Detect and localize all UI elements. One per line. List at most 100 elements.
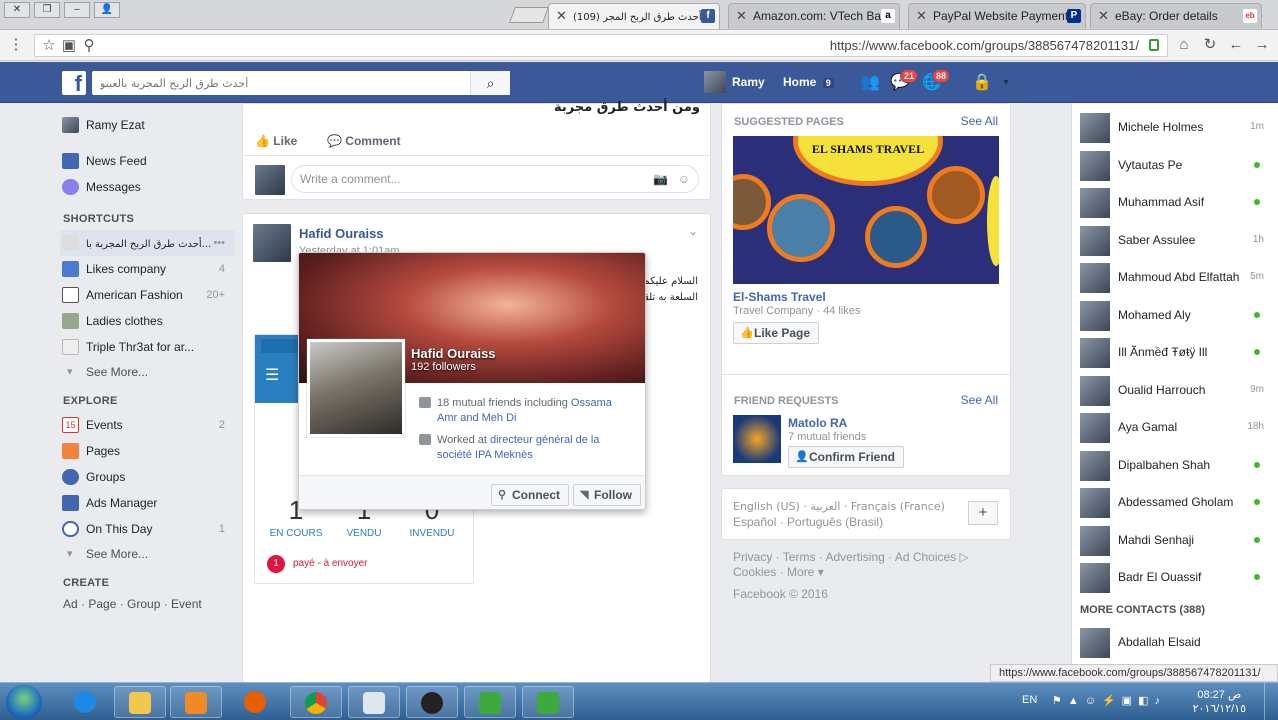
close-window-button[interactable]: ✕	[4, 2, 30, 18]
close-tab-icon[interactable]: ✕	[916, 4, 927, 28]
sidebar-item-likes-company[interactable]: Likes company 4	[60, 256, 235, 282]
chat-contact[interactable]: Aya Gamal 18h	[1080, 411, 1270, 443]
chat-contact[interactable]: Dipalbahen Shah	[1080, 449, 1270, 481]
request-name-link[interactable]: Matolo RA	[788, 416, 847, 430]
avatar[interactable]	[704, 71, 726, 93]
sidebar-item-on-this-day[interactable]: On This Day 1	[60, 516, 235, 542]
sidebar-item-ads-manager[interactable]: Ads Manager	[60, 490, 235, 516]
confirm-friend-button[interactable]: 👤 Confirm Friend	[788, 446, 904, 468]
chat-contact[interactable]: Saber Assulee 1h	[1080, 224, 1270, 256]
search-input[interactable]	[92, 71, 472, 95]
facebook-logo-icon[interactable]: f	[62, 71, 86, 96]
tab-facebook-group[interactable]: ✕ أحدث طرق الربح المجر (109) f	[548, 3, 720, 29]
reload-icon[interactable]: ↻	[1200, 35, 1220, 55]
friend-requests-icon[interactable]: 👥	[860, 73, 880, 93]
sidebar-item-profile[interactable]: Ramy Ezat	[60, 112, 235, 138]
hovercard-avatar[interactable]	[307, 339, 405, 437]
sidebar-item-groups[interactable]: Groups	[60, 464, 235, 490]
post-options-chevron-icon[interactable]: ⌄	[688, 224, 698, 238]
input-language[interactable]: EN	[1022, 694, 1037, 706]
chat-contact[interactable]: Mohamed Aly	[1080, 299, 1270, 331]
home-icon[interactable]: ⌂	[1174, 35, 1194, 55]
see-all-requests-link[interactable]: See All	[961, 393, 998, 407]
sidebar-item-events[interactable]: 15 Events 2	[60, 412, 235, 438]
like-page-button[interactable]: 👍 Like Page	[733, 322, 820, 344]
camtasia-recorder-icon[interactable]	[522, 686, 574, 718]
sidebar-item-triple-threat[interactable]: Triple Thr3at for ar...	[60, 334, 235, 360]
footer-links-line-1[interactable]: Privacy · Terms · Advertising · Ad Choic…	[733, 550, 1013, 565]
see-all-pages-link[interactable]: See All	[961, 114, 998, 128]
chat-contact[interactable]: Abdallah Elsaid	[1080, 626, 1270, 658]
camtasia-icon[interactable]	[464, 686, 516, 718]
tab-amazon[interactable]: ✕ Amazon.com: VTech Bab a	[728, 3, 900, 29]
follow-button[interactable]: ◥ Follow	[573, 484, 641, 506]
camera-icon[interactable]: 📷	[653, 166, 668, 192]
back-arrow-icon[interactable]: ←	[1226, 35, 1246, 55]
media-player-icon[interactable]	[170, 686, 222, 718]
page-banner-image[interactable]: EL SHAMS TRAVEL	[733, 136, 999, 284]
language-links-1[interactable]: English (US) · العربية · Français (Franc…	[733, 500, 945, 513]
sidebar-item-ladies-clothes[interactable]: Ladies clothes	[60, 308, 235, 334]
create-links[interactable]: Ad · Page · Group · Event	[60, 594, 235, 614]
chat-contact[interactable]: Badr El Ouassif	[1080, 561, 1270, 593]
forward-arrow-icon[interactable]: →	[1252, 35, 1272, 55]
clock[interactable]: 08:27 ص ٢٠١٦/١٢/١٥	[1193, 688, 1246, 716]
chat-contact[interactable]: Muhammad Asif	[1080, 186, 1270, 218]
page-name-link[interactable]: El-Shams Travel	[733, 290, 826, 304]
language-links-2[interactable]: Español · Português (Brasil)	[733, 515, 883, 529]
connect-button[interactable]: ⚲ Connect	[491, 484, 569, 506]
account-dropdown-icon[interactable]: ▾	[996, 73, 1016, 93]
file-explorer-icon[interactable]	[114, 686, 166, 718]
window-app-icon[interactable]	[348, 686, 400, 718]
footer-links-line-2[interactable]: Cookies · More ▾	[733, 565, 1013, 580]
tray-icons[interactable]: ⚑▲☺⚡▣◧♪	[1052, 694, 1166, 707]
chat-contact[interactable]: Abdessamed Gholam	[1080, 486, 1270, 518]
chrome-icon[interactable]	[290, 686, 342, 718]
extension-icon[interactable]: ▣	[59, 36, 79, 56]
profile-icon[interactable]: 👤	[94, 2, 120, 18]
bookmark-star-icon[interactable]: ☆	[39, 36, 59, 56]
restore-window-button[interactable]: ❐	[34, 2, 60, 18]
firefox-icon[interactable]	[230, 686, 282, 718]
hovercard-name[interactable]: Hafid Ouraiss	[411, 346, 496, 361]
chat-contact[interactable]: Michele Holmes 1m	[1080, 111, 1270, 143]
avatar[interactable]	[733, 415, 781, 463]
sidebar-item-news-feed[interactable]: News Feed	[60, 148, 235, 174]
home-link[interactable]: Home 9	[783, 75, 834, 89]
minimize-window-button[interactable]: –	[64, 2, 90, 18]
chat-contact[interactable]: Vytautas Pe	[1080, 149, 1270, 181]
internet-explorer-icon[interactable]	[60, 686, 112, 718]
close-tab-icon[interactable]: ✕	[736, 4, 747, 28]
comment-button[interactable]: 💬 Comment	[327, 134, 401, 148]
menu-dots-icon[interactable]: ⋮	[6, 35, 26, 55]
see-more-explore-link[interactable]: See More...	[60, 542, 235, 566]
chat-contact[interactable]: Ill Ãnmềđ Ŧøŧÿ Ill	[1080, 336, 1270, 368]
sidebar-item-group[interactable]: أحدث طرق الربح المجربة با... •••	[60, 230, 235, 256]
tab-paypal[interactable]: ✕ PayPal Website Payment P	[908, 3, 1086, 29]
close-tab-icon[interactable]: ✕	[556, 4, 567, 28]
notifications-globe-icon[interactable]: 🌐 88	[922, 69, 951, 93]
close-tab-icon[interactable]: ✕	[1098, 4, 1109, 28]
tab-ebay[interactable]: ✕ eBay: Order details eb	[1090, 3, 1262, 29]
chat-contact[interactable]: Mahmoud Abd Elfattah 5m	[1080, 261, 1270, 293]
chat-contact[interactable]: Oualid Harrouch 9m	[1080, 374, 1270, 406]
comment-input[interactable]: Write a comment... 📷 ☺	[291, 165, 699, 193]
like-button[interactable]: 👍 Like	[255, 134, 297, 148]
privacy-shortcuts-icon[interactable]: 🔒	[972, 73, 992, 93]
recorder-app-icon[interactable]	[406, 686, 458, 718]
sidebar-item-pages[interactable]: Pages	[60, 438, 235, 464]
windows-start-icon[interactable]	[6, 685, 42, 719]
sidebar-item-american-fashion[interactable]: American Fashion 20+	[60, 282, 235, 308]
see-more-shortcuts-link[interactable]: See More...	[60, 360, 235, 384]
url-field[interactable]: ☆ ▣ ⚲ https://www.facebook.com/groups/38…	[34, 34, 1168, 57]
messages-icon[interactable]: 💬 21	[890, 69, 919, 93]
avatar[interactable]	[253, 224, 291, 262]
search-icon[interactable]: ⌕	[470, 71, 510, 95]
sidebar-item-messages[interactable]: Messages	[60, 174, 235, 200]
pin-icon[interactable]: ⚲	[79, 36, 99, 56]
post-author-link[interactable]: Hafid Ouraiss	[299, 226, 384, 241]
add-language-button[interactable]: +	[968, 501, 998, 525]
chat-contact[interactable]: Mahdi Senhaji	[1080, 524, 1270, 556]
new-tab-button[interactable]	[509, 7, 549, 23]
emoji-icon[interactable]: ☺	[678, 166, 690, 192]
